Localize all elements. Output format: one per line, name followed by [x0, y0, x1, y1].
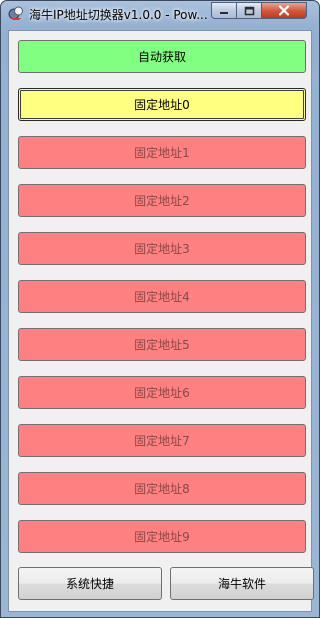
auto-obtain-button[interactable]: 自动获取 [18, 40, 306, 73]
app-window: 海牛IP地址切换器v1.0.0 - Pow... 自动获取 固定地址0 固定地址… [0, 0, 320, 618]
system-shortcuts-button[interactable]: 系统快捷 [18, 567, 162, 600]
fixed-address-5-button[interactable]: 固定地址5 [18, 328, 306, 361]
fixed-address-3-button[interactable]: 固定地址3 [18, 232, 306, 265]
close-icon [278, 5, 290, 16]
maximize-button[interactable] [237, 2, 262, 19]
fixed-address-1-button[interactable]: 固定地址1 [18, 136, 306, 169]
fixed-address-9-button[interactable]: 固定地址9 [18, 520, 306, 553]
fixed-address-8-button[interactable]: 固定地址8 [18, 472, 306, 505]
title-bar[interactable]: 海牛IP地址切换器v1.0.0 - Pow... [1, 1, 319, 27]
window-title: 海牛IP地址切换器v1.0.0 - Pow... [29, 8, 208, 22]
fixed-address-0-button[interactable]: 固定地址0 [18, 88, 306, 121]
fixed-address-2-button[interactable]: 固定地址2 [18, 184, 306, 217]
minimize-icon [220, 11, 228, 14]
hainiu-software-button[interactable]: 海牛软件 [170, 567, 314, 600]
fixed-address-6-button[interactable]: 固定地址6 [18, 376, 306, 409]
fixed-address-7-button[interactable]: 固定地址7 [18, 424, 306, 457]
close-button[interactable] [262, 2, 307, 19]
client-area: 自动获取 固定地址0 固定地址1 固定地址2 固定地址3 固定地址4 固定地址5… [8, 30, 314, 612]
maximize-icon [244, 6, 254, 15]
minimize-button[interactable] [211, 2, 237, 19]
fixed-address-4-button[interactable]: 固定地址4 [18, 280, 306, 313]
app-icon [8, 6, 23, 20]
